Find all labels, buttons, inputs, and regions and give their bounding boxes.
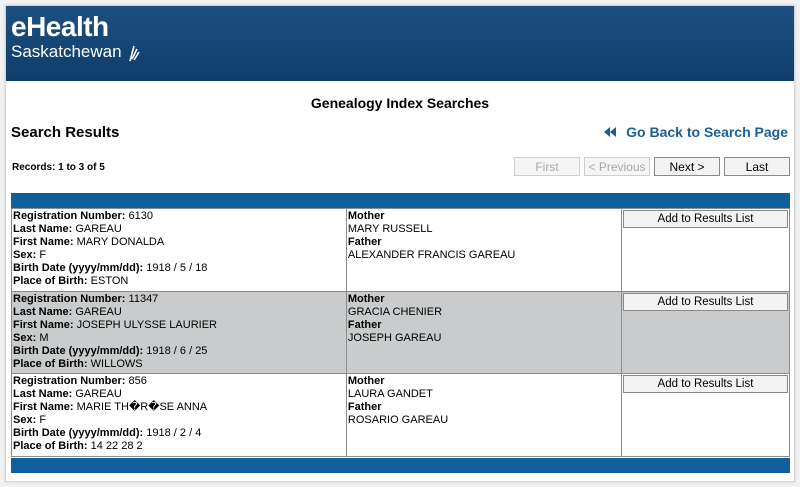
pagination: First < Previous Next > Last [514, 157, 790, 176]
sex-label: Sex: [13, 331, 37, 344]
place-of-birth-value: 14 22 28 2 [90, 440, 143, 453]
back-link-label: Go Back to Search Page [626, 124, 788, 140]
mother-value: MARY RUSSELL [347, 223, 433, 236]
mother-value: LAURA GANDET [347, 388, 433, 401]
action-cell: Add to Results List [620, 373, 791, 457]
place-of-birth-value: ESTON [90, 275, 129, 288]
person-details-cell: Registration Number: 856 Last Name: GARE… [11, 373, 347, 457]
sex-value: F [39, 249, 47, 262]
person-details-cell: Registration Number: 6130 Last Name: GAR… [11, 208, 347, 292]
place-of-birth-label: Place of Birth: [13, 357, 88, 370]
first-name-label: First Name: [13, 236, 74, 249]
results-footer-bar [11, 458, 790, 473]
parents-cell: Mother LAURA GANDET Father ROSARIO GAREA… [345, 373, 622, 457]
last-name-value: GAREAU [75, 305, 122, 318]
sex-value: F [39, 414, 47, 427]
birth-date-value: 1918 / 2 / 4 [146, 427, 202, 440]
first-name-value: JOSEPH ULYSSE LAURIER [76, 318, 217, 331]
place-of-birth-label: Place of Birth: [13, 440, 88, 453]
double-left-arrow-icon [604, 127, 617, 137]
add-to-results-button[interactable]: Add to Results List [622, 210, 788, 228]
father-label: Father [347, 318, 382, 331]
registration-number-label: Registration Number: [13, 375, 126, 387]
action-cell: Add to Results List [620, 208, 791, 292]
parents-cell: Mother GRACIA CHENIER Father JOSEPH GARE… [345, 290, 622, 374]
last-name-label: Last Name: [13, 305, 73, 318]
registration-number-label: Registration Number: [13, 292, 126, 305]
place-of-birth-label: Place of Birth: [13, 275, 88, 288]
wheat-logo-icon [129, 45, 140, 62]
add-to-results-button[interactable]: Add to Results List [622, 292, 788, 311]
results-table: Registration Number: 6130 Last Name: GAR… [11, 208, 791, 457]
registration-number-label: Registration Number: [13, 210, 126, 222]
previous-button[interactable]: < Previous [584, 157, 650, 176]
first-name-label: First Name: [13, 318, 74, 331]
father-value: ALEXANDER FRANCIS GAREAU [347, 249, 516, 262]
first-name-value: MARY DONALDA [76, 236, 165, 249]
last-name-value: GAREAU [75, 388, 122, 401]
logo-text: eHealth [11, 11, 109, 42]
results-header-bar [11, 193, 790, 208]
registration-number-value: 6130 [128, 210, 154, 222]
person-details-cell: Registration Number: 11347 Last Name: GA… [11, 290, 347, 374]
mother-label: Mother [347, 375, 385, 387]
last-button[interactable]: Last [724, 157, 790, 176]
first-name-value: MARIE TH�R�SE ANNA [76, 401, 208, 414]
birth-date-label: Birth Date (yyyy/mm/dd): [13, 344, 144, 357]
birth-date-value: 1918 / 6 / 25 [146, 344, 208, 357]
records-count: Records: 1 to 3 of 5 [12, 162, 105, 173]
mother-label: Mother [347, 210, 385, 222]
table-row: Registration Number: 6130 Last Name: GAR… [11, 208, 791, 292]
first-button[interactable]: First [514, 157, 580, 176]
registration-number-value: 11347 [128, 292, 159, 305]
search-results-heading: Search Results [11, 124, 120, 141]
sex-label: Sex: [13, 249, 37, 262]
birth-date-label: Birth Date (yyyy/mm/dd): [13, 427, 144, 440]
page-frame: eHealth Saskatchewan Genealogy Index Sea… [5, 5, 795, 482]
table-row: Registration Number: 856 Last Name: GARE… [11, 373, 791, 457]
mother-value: GRACIA CHENIER [347, 305, 443, 318]
add-to-results-button[interactable]: Add to Results List [622, 375, 788, 393]
next-button[interactable]: Next > [654, 157, 720, 176]
father-label: Father [347, 236, 382, 249]
sex-label: Sex: [13, 414, 37, 427]
table-row: Registration Number: 11347 Last Name: GA… [11, 290, 791, 374]
last-name-label: Last Name: [13, 388, 73, 401]
father-value: JOSEPH GAREAU [347, 331, 442, 344]
birth-date-value: 1918 / 5 / 18 [146, 262, 208, 275]
header-banner: eHealth Saskatchewan [6, 6, 794, 81]
parents-cell: Mother MARY RUSSELL Father ALEXANDER FRA… [345, 208, 622, 292]
last-name-label: Last Name: [13, 223, 73, 236]
back-to-search-link[interactable]: Go Back to Search Page [604, 124, 788, 140]
father-label: Father [347, 401, 382, 414]
first-name-label: First Name: [13, 401, 74, 414]
birth-date-label: Birth Date (yyyy/mm/dd): [13, 262, 144, 275]
logo-subtext: Saskatchewan [11, 42, 122, 61]
father-value: ROSARIO GAREAU [347, 414, 449, 427]
mother-label: Mother [347, 292, 385, 305]
action-cell: Add to Results List [620, 290, 791, 374]
place-of-birth-value: WILLOWS [90, 357, 143, 370]
ehealth-logo[interactable]: eHealth Saskatchewan [11, 12, 140, 62]
registration-number-value: 856 [128, 375, 147, 387]
last-name-value: GAREAU [75, 223, 122, 236]
sex-value: M [39, 331, 49, 344]
page-title: Genealogy Index Searches [310, 95, 490, 111]
